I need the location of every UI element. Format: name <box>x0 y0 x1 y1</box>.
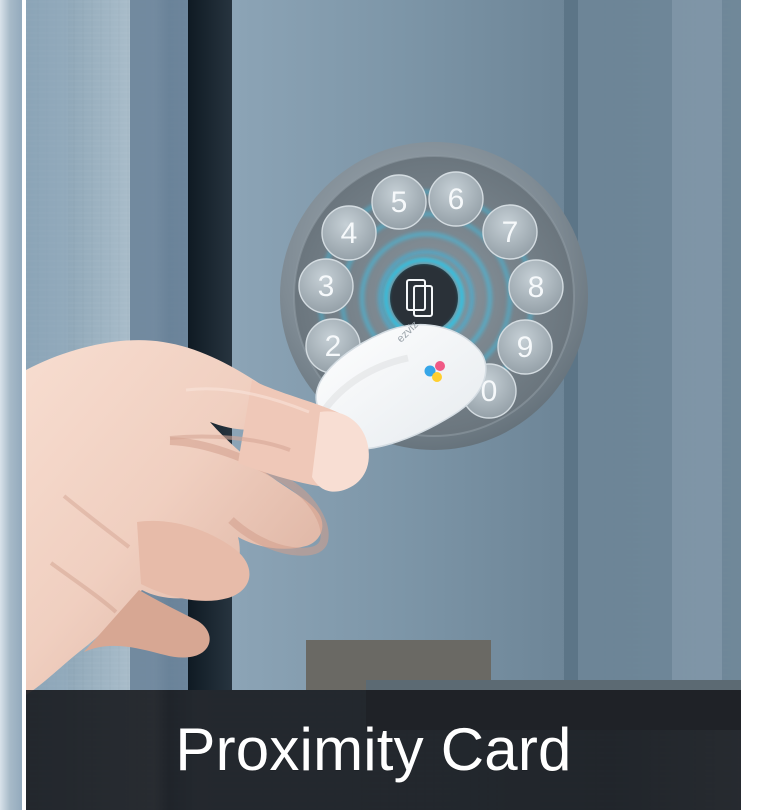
keypad-key-6: 6 <box>428 171 484 227</box>
keypad-key-3: 3 <box>298 258 354 314</box>
keypad-key-label: 6 <box>448 183 465 216</box>
keypad-key-9: 9 <box>497 319 553 375</box>
keypad-key-label: 9 <box>517 331 534 364</box>
door-lock-scene: 5 64 73 82 90 ezviz <box>26 0 741 810</box>
keypad-key-8: 8 <box>508 259 564 315</box>
caption-banner: Proximity Card <box>26 690 741 810</box>
left-edge-strip <box>0 0 22 810</box>
keypad-key-4: 4 <box>321 205 377 261</box>
keypad-key-label: 7 <box>502 216 519 249</box>
keypad-key-label: 5 <box>391 186 408 219</box>
keypad-key-label: 3 <box>318 270 335 303</box>
keypad-key-label: 4 <box>341 217 358 250</box>
keypad-key-label: 8 <box>528 271 545 304</box>
caption-title: Proximity Card <box>175 716 572 783</box>
keypad-key-7: 7 <box>482 204 538 260</box>
keypad-key-5: 5 <box>371 174 427 230</box>
photo-frame: 564738290 ezviz Proximity Card <box>26 0 741 810</box>
keypad-key-label: 2 <box>325 330 342 363</box>
